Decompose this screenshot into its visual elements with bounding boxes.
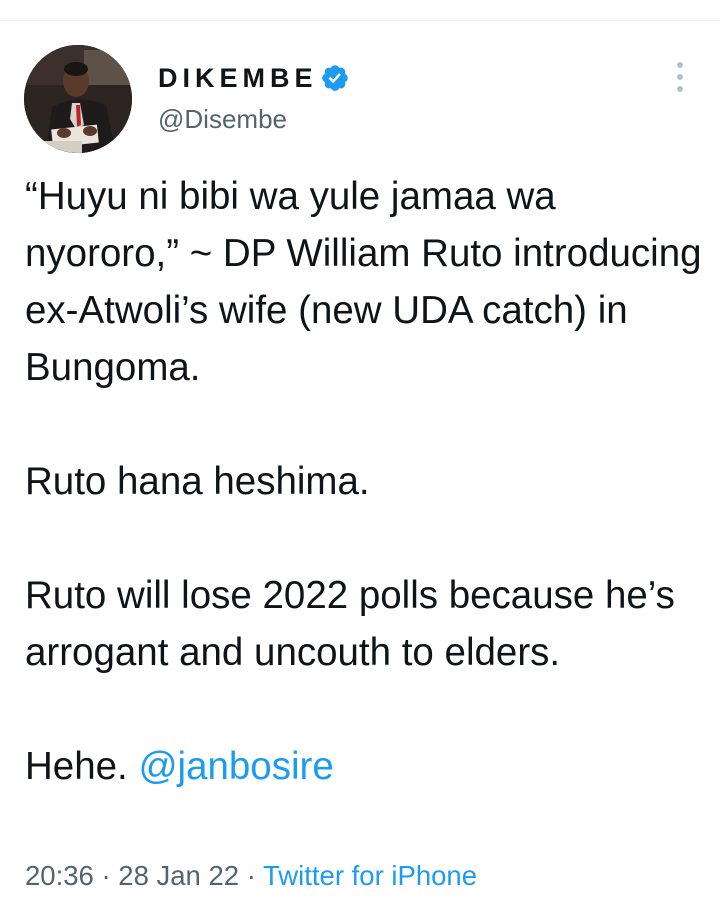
meta-separator: ·: [239, 860, 264, 891]
tweet-time[interactable]: 20:36: [25, 860, 94, 891]
tweet-paragraph: Ruto will lose 2022 polls because he’s a…: [25, 574, 675, 674]
top-divider: [0, 20, 720, 21]
tweet-paragraph: Ruto hana heshima.: [25, 460, 370, 503]
more-options-icon[interactable]: [668, 62, 692, 92]
mention-link[interactable]: @janbosire: [138, 745, 333, 788]
avatar[interactable]: [24, 45, 132, 153]
more-dot: [677, 62, 683, 68]
tweet-source-link[interactable]: Twitter for iPhone: [263, 860, 477, 891]
tweet-metadata: 20:36 · 28 Jan 22 · Twitter for iPhone: [25, 860, 477, 892]
tweet-last-line: Hehe. @janbosire: [25, 738, 705, 795]
tweet-paragraph: “Huyu ni bibi wa yule jamaa wa nyororo,”…: [25, 175, 702, 389]
tweet-last-line-text: Hehe.: [25, 745, 139, 788]
verified-badge-icon: [320, 63, 350, 93]
meta-separator: ·: [93, 860, 119, 891]
more-dot: [677, 74, 683, 80]
tweet-date[interactable]: 28 Jan 22: [118, 860, 239, 891]
author-handle[interactable]: @Disembe: [158, 104, 287, 135]
display-name[interactable]: DIKEMBE: [158, 63, 318, 94]
more-dot: [677, 86, 683, 92]
tweet-text: “Huyu ni bibi wa yule jamaa wa nyororo,”…: [25, 168, 705, 795]
author-name-row[interactable]: DIKEMBE: [158, 58, 350, 98]
avatar-photo: [24, 45, 132, 153]
